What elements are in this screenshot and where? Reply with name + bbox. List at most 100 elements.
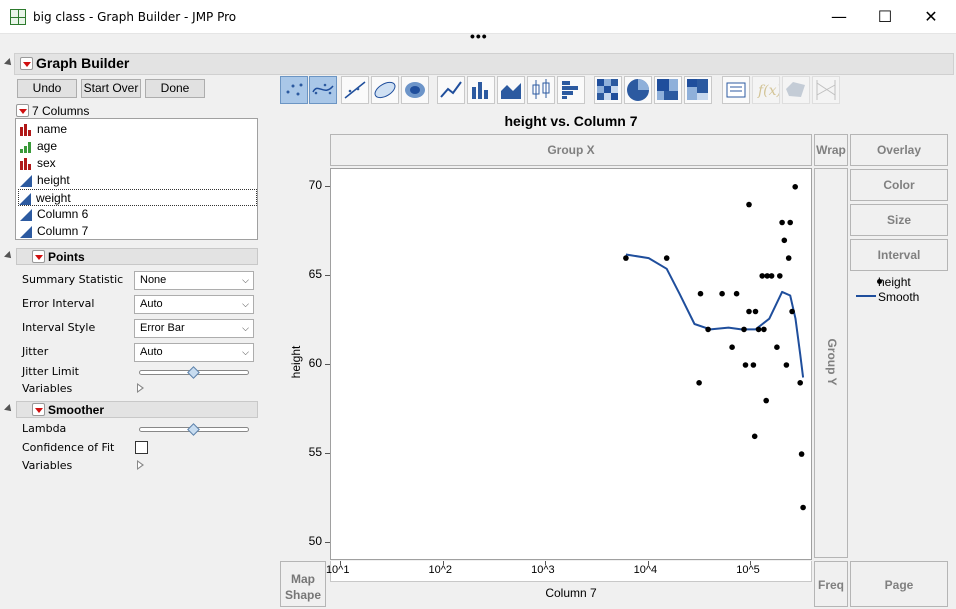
- summary-statistic-select[interactable]: None ⌵: [134, 271, 254, 290]
- box-plot-icon[interactable]: [527, 76, 555, 104]
- data-point[interactable]: [759, 273, 765, 279]
- data-point[interactable]: [623, 255, 629, 261]
- pie-icon[interactable]: [624, 76, 652, 104]
- data-point[interactable]: [761, 326, 767, 333]
- continuous-icon: [20, 175, 32, 187]
- data-point[interactable]: [798, 451, 805, 457]
- chart-title: height vs. Column 7: [504, 113, 638, 129]
- data-point[interactable]: [779, 219, 785, 226]
- formula-icon[interactable]: f(x): [752, 76, 782, 104]
- x-tick-label: 10^5: [736, 564, 760, 576]
- chevron-down-icon: ⌵: [242, 323, 249, 333]
- mosaic-icon[interactable]: [684, 76, 712, 104]
- x-axis-label[interactable]: Column 7: [330, 586, 812, 600]
- data-point[interactable]: [750, 362, 757, 368]
- overflow-dots[interactable]: •••: [470, 28, 488, 44]
- undo-button[interactable]: Undo: [17, 79, 77, 98]
- map-shape-icon[interactable]: [782, 76, 810, 104]
- smooth-line[interactable]: [625, 253, 805, 378]
- area-icon[interactable]: [497, 76, 525, 104]
- confidence-of-fit-checkbox[interactable]: [135, 441, 148, 454]
- data-point[interactable]: [785, 255, 792, 261]
- points-menu-icon[interactable]: [32, 250, 45, 263]
- smoother-section-title: Smoother: [48, 403, 105, 417]
- size-zone[interactable]: Size: [850, 204, 948, 236]
- column-item-weight[interactable]: weight: [18, 189, 257, 206]
- group-y-zone[interactable]: Group Y: [814, 168, 848, 558]
- data-point[interactable]: [755, 326, 762, 333]
- data-point[interactable]: [696, 380, 702, 386]
- plot-area[interactable]: [330, 168, 812, 560]
- jitter-limit-label: Jitter Limit: [22, 365, 79, 378]
- data-point[interactable]: [792, 184, 798, 190]
- jitter-value: Auto: [140, 346, 163, 358]
- data-point[interactable]: [781, 237, 788, 244]
- y-tick-label: 60: [308, 356, 322, 370]
- page-zone[interactable]: Page: [850, 561, 948, 607]
- line-of-fit-icon[interactable]: [341, 76, 369, 104]
- points-icon[interactable]: [280, 76, 308, 104]
- interval-style-select[interactable]: Error Bar ⌵: [134, 319, 254, 338]
- red-triangle-menu-icon[interactable]: [20, 57, 33, 70]
- close-button[interactable]: ✕: [908, 0, 954, 34]
- x-tick-mark: [750, 561, 752, 565]
- data-point[interactable]: [663, 255, 670, 261]
- interval-zone[interactable]: Interval: [850, 239, 948, 271]
- data-point[interactable]: [787, 219, 793, 226]
- data-point[interactable]: [768, 273, 775, 279]
- data-point[interactable]: [797, 380, 803, 386]
- column-item-label: weight: [36, 191, 71, 205]
- wrap-zone[interactable]: Wrap: [814, 134, 848, 166]
- continuous-icon: [20, 226, 32, 238]
- smoother-variables-expand-icon[interactable]: [137, 460, 144, 470]
- data-point[interactable]: [752, 308, 759, 315]
- error-interval-value: Auto: [140, 298, 163, 310]
- overlay-zone[interactable]: Overlay: [850, 134, 948, 166]
- continuous-icon: [20, 209, 32, 221]
- data-point[interactable]: [774, 344, 780, 350]
- data-point[interactable]: [800, 504, 806, 511]
- data-point[interactable]: [777, 273, 783, 279]
- data-point[interactable]: [705, 326, 711, 333]
- done-button[interactable]: Done: [145, 79, 205, 98]
- data-point[interactable]: [746, 308, 752, 315]
- caption-box-icon[interactable]: [722, 76, 750, 104]
- data-point[interactable]: [719, 290, 725, 297]
- smoother-icon[interactable]: [309, 76, 337, 104]
- bar-icon[interactable]: [467, 76, 495, 104]
- data-point[interactable]: [789, 308, 795, 315]
- histogram-icon[interactable]: [557, 76, 585, 104]
- line-icon[interactable]: [437, 76, 465, 104]
- map-shape-zone[interactable]: Map Shape: [280, 561, 326, 607]
- data-point[interactable]: [733, 290, 740, 297]
- jitter-select[interactable]: Auto ⌵: [134, 343, 254, 362]
- ellipse-icon[interactable]: [371, 76, 399, 104]
- data-point[interactable]: [729, 344, 735, 350]
- treemap-icon[interactable]: [654, 76, 682, 104]
- minimize-button[interactable]: —: [816, 0, 862, 34]
- data-point[interactable]: [746, 201, 752, 208]
- freq-zone[interactable]: Freq: [814, 561, 848, 607]
- lambda-label: Lambda: [22, 422, 67, 435]
- error-interval-select[interactable]: Auto ⌵: [134, 295, 254, 314]
- data-point[interactable]: [783, 362, 790, 368]
- smoother-menu-icon[interactable]: [32, 403, 45, 416]
- data-point[interactable]: [697, 290, 704, 297]
- contour-icon[interactable]: [401, 76, 429, 104]
- data-point[interactable]: [763, 397, 769, 404]
- maximize-button[interactable]: ☐: [862, 0, 908, 34]
- group-x-zone[interactable]: Group X: [330, 134, 812, 166]
- start-over-button[interactable]: Start Over: [81, 79, 141, 98]
- heatmap-icon[interactable]: [594, 76, 622, 104]
- data-point[interactable]: [751, 433, 758, 440]
- x-tick-label: 10^4: [633, 564, 658, 576]
- map-shape-label-line1: Map: [291, 572, 315, 586]
- parallel-icon[interactable]: [812, 76, 840, 104]
- data-point[interactable]: [741, 326, 747, 333]
- columns-menu-icon[interactable]: [16, 104, 29, 117]
- color-zone[interactable]: Color: [850, 169, 948, 201]
- points-section-title: Points: [48, 250, 85, 264]
- points-variables-expand-icon[interactable]: [137, 383, 144, 393]
- data-point[interactable]: [742, 362, 749, 368]
- summary-statistic-value: None: [140, 274, 167, 286]
